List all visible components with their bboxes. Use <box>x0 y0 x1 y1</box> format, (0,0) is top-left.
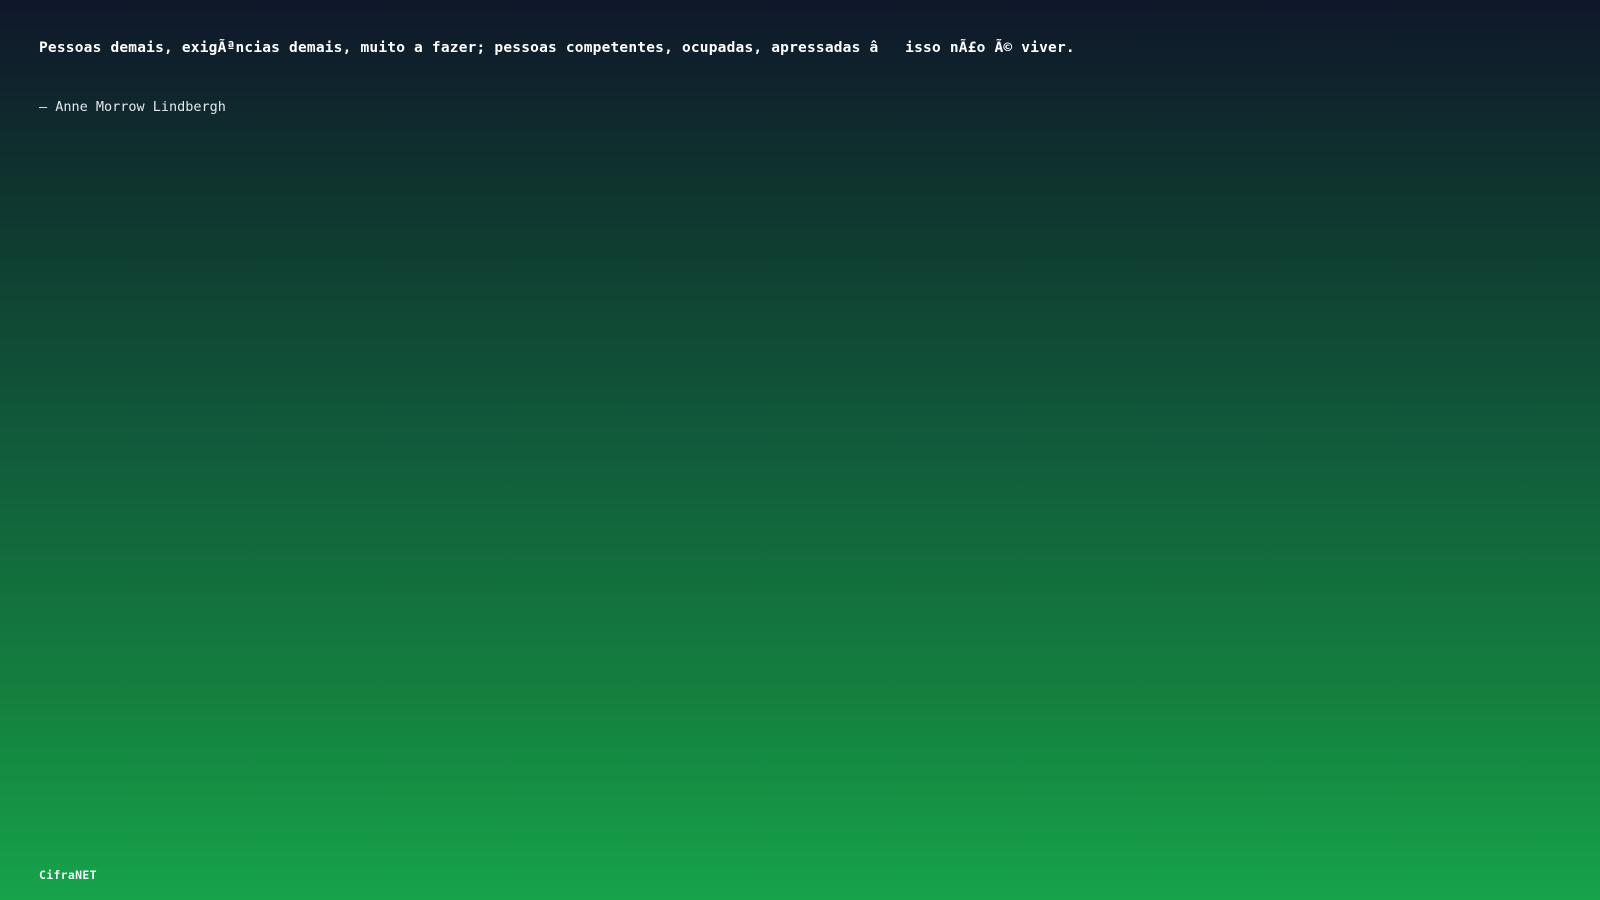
quote-text: Pessoas demais, exigÃªncias demais, muit… <box>39 40 1075 56</box>
page-background: { "quote": { "text": "Pessoas demais, ex… <box>0 0 1600 900</box>
quote-block: Pessoas demais, exigÃªncias demais, muit… <box>39 38 1539 116</box>
quote-author: – Anne Morrow Lindbergh <box>39 99 226 115</box>
brand-label: CifraNET <box>39 868 97 882</box>
